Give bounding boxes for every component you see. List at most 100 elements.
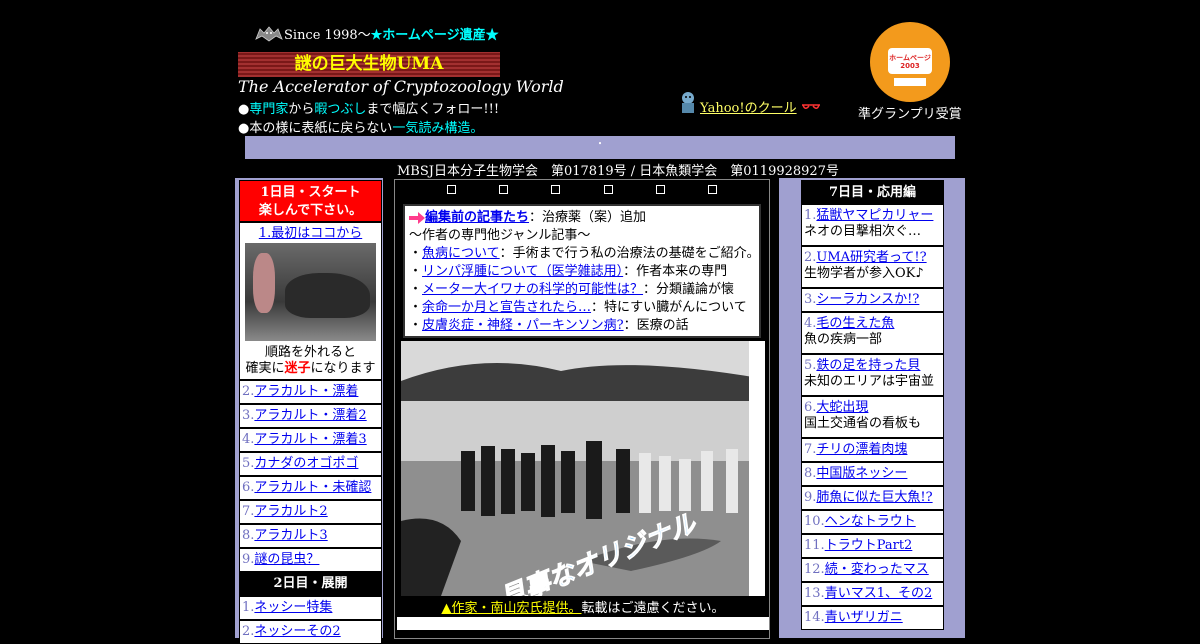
heritage-text: ★ホームページ遺産★ [370,28,499,43]
right-nav-link[interactable]: 青いマス1、その2 [825,586,933,601]
tagline-2: ●本の様に表紙に戻らない一気読み構造。 [238,121,484,136]
left-nav-link[interactable]: 謎の昆虫？ [254,552,319,567]
right-nav-item[interactable]: 9.肺魚に似た巨大魚!? [801,486,944,510]
credit-link[interactable]: ▲作家・南山宏氏提供。 [441,601,581,616]
left-nav-item[interactable]: 4.アラカルト・漂着3 [239,428,382,452]
left-nav-link[interactable]: カナダのオゴポゴ [254,456,358,471]
nav-bar: ・ [245,136,955,159]
news-box: 編集前の記事たち：治療薬（案）追加 ～作者の専門他ジャンル記事～ ・魚病について：手… [403,204,761,338]
left-nav-item[interactable]: 8.アラカルト3 [239,524,382,548]
award-caption: 準グランプリ受賞 [858,107,962,122]
left-nav-item[interactable]: 3.アラカルト・漂着2 [239,404,382,428]
right-nav-link[interactable]: 続・変わったマス [825,562,929,577]
right-nav-link[interactable]: 青いザリガニ [825,610,903,625]
since-line: Since 1998～★ホームページ遺産★ [254,24,499,43]
since-text: Since 1998～ [284,28,371,43]
right-nav-link[interactable]: 鉄の足を持った貝 [816,358,920,373]
right-nav-desc: 魚の疾病一部 [804,332,883,347]
right-nav-item[interactable]: 11.トラウトPart2 [801,534,944,558]
svg-text:ホームページ: ホームページ [889,54,931,62]
right-nav-item[interactable]: 7.チリの漂着肉塊 [801,438,944,462]
photo-credit: ▲作家・南山宏氏提供。転載はご遠慮ください。 [441,601,725,616]
square-icon [498,185,508,194]
left-nav-item[interactable]: 6.アラカルト・未確認 [239,476,382,500]
route-warning-1: 順路を外れると [264,345,356,360]
right-nav-link[interactable]: UMA研究者って!? [816,250,926,265]
day2-nav-link[interactable]: ネッシー特集 [254,600,332,615]
right-nav-item[interactable]: 4.毛の生えた魚 魚の疾病一部 [801,312,944,354]
left-nav-link[interactable]: アラカルト3 [254,528,327,543]
square-marks [395,181,769,197]
day2-header: 2日目・展開 [239,572,382,596]
sunglasses-icon [801,104,820,109]
news-link[interactable]: メーター大イワナの科学的可能性は？ [422,282,643,297]
left-nav-item[interactable]: 2.アラカルト・漂着 [239,380,382,404]
yahoo-cool-badge[interactable]: Yahoo!のクール [676,90,821,116]
right-nav-desc: 国土交通省の看板も [804,416,922,431]
news-link[interactable]: 編集前の記事たち [425,210,529,225]
right-nav-link[interactable]: 大蛇出現 [816,400,868,415]
day2-nav-item[interactable]: 1.ネッシー特集 [239,596,382,620]
right-nav-item[interactable]: 5.鉄の足を持った貝 未知のエリアは宇宙並 [801,354,944,396]
right-nav-link[interactable]: 毛の生えた魚 [816,316,894,331]
news-link[interactable]: 皮膚炎症・神経・パーキンソン病? [422,318,624,333]
day2-nav-item[interactable]: 2.ネッシーその2 [239,620,382,644]
left-nav-link[interactable]: アラカルト・漂着2 [254,408,366,423]
whale-photo[interactable] [245,243,376,341]
square-icon [708,185,718,194]
first-entry-card: 1.最初はココから 順路を外れると 確実に迷子になります [239,222,382,380]
left-nav-link[interactable]: アラカルト2 [254,504,327,519]
news-row: ・リンパ浮腫について（医学雑誌用）：作者本来の専門 [409,264,728,279]
right-nav-link[interactable]: 猛獣ヤマピカリャー [816,208,933,223]
news-link[interactable]: 魚病について [422,246,500,261]
right-nav-item[interactable]: 8.中国版ネッシー [801,462,944,486]
news-row: ・皮膚炎症・神経・パーキンソン病?：医療の話 [409,318,689,333]
right-nav-link[interactable]: シーラカンスか!? [816,292,919,307]
right-nav-link[interactable]: 肺魚に似た巨大魚!? [816,490,932,505]
day1-header: 1日目・スタート 楽しんで下さい。 [239,180,382,222]
tagline-1: ●専門家から暇つぶしまで幅広くフォロー!!! [238,102,500,117]
right-nav-item[interactable]: 14.青いザリガニ [801,606,944,630]
left-nav-link[interactable]: アラカルト・漂着3 [254,432,366,447]
square-icon [551,185,561,194]
bat-icon [255,26,283,42]
day2-nav-link[interactable]: ネッシーその2 [254,624,340,639]
right-nav-item[interactable]: 3.シーラカンスか!? [801,288,944,312]
right-nav-desc: 未知のエリアは宇宙並 [804,374,935,389]
news-link[interactable]: リンパ浮腫について（医学雑誌用） [422,264,623,279]
arrow-right-icon [409,211,425,224]
square-icon [446,185,456,194]
first-link[interactable]: 1.最初はココから [259,226,362,241]
right-nav-item[interactable]: 13.青いマス1、その2 [801,582,944,606]
left-nav-item[interactable]: 9.謎の昆虫？ [239,548,382,572]
right-nav-link[interactable]: ヘンなトラウト [825,514,916,529]
right-nav-link[interactable]: チリの漂着肉塊 [816,442,907,457]
yahoo-cool-link[interactable]: Yahoo!のクール [700,101,797,116]
right-nav-desc: ネオの目撃相次ぐ… [804,224,922,239]
left-nav-item[interactable]: 5.カナダのオゴポゴ [239,452,382,476]
news-row: 編集前の記事たち：治療薬（案）追加 [409,209,755,227]
news-row: ・メーター大イワナの科学的可能性は？：分類議論が懐 [409,282,735,297]
center-bottom-box [397,617,769,630]
right-nav-link[interactable]: トラウトPart2 [825,538,913,553]
beach-photo: 見事なオリジナル [401,341,765,596]
right-nav-item[interactable]: 10.ヘンなトラウト [801,510,944,534]
news-link[interactable]: 余命一か月と宣告されたら… [422,300,591,315]
society-membership: MBSJ日本分子生物学会 第017819号 / 日本魚類学会 第01199289… [397,164,839,179]
right-nav-item[interactable]: 12.続・変わったマス [801,558,944,582]
site-subtitle: The Accelerator of Cryptozoology World [238,77,564,96]
right-nav-item[interactable]: 6.大蛇出現 国土交通省の看板も [801,396,944,438]
news-row: ・余命一か月と宣告されたら…：特にすい臓がんについて [409,300,747,315]
right-nav-desc: 生物学者が参入OK♪ [804,266,924,281]
left-nav-link[interactable]: アラカルト・未確認 [254,480,371,495]
award-medal-icon: ホームページ 2003 [872,24,948,100]
left-nav-item[interactable]: 7.アラカルト2 [239,500,382,524]
news-row: ～作者の専門他ジャンル記事～ [409,228,591,243]
left-nav-link[interactable]: アラカルト・漂着 [254,384,358,399]
right-nav-item[interactable]: 2.UMA研究者って!? 生物学者が参入OK♪ [801,246,944,288]
site-title: 謎の巨大生物UMA [238,52,500,77]
right-nav-item[interactable]: 1.猛獣ヤマピカリャー ネオの目撃相次ぐ… [801,204,944,246]
award-badge: ホームページ 2003 [870,22,950,102]
square-icon [655,185,665,194]
right-nav-link[interactable]: 中国版ネッシー [816,466,907,481]
